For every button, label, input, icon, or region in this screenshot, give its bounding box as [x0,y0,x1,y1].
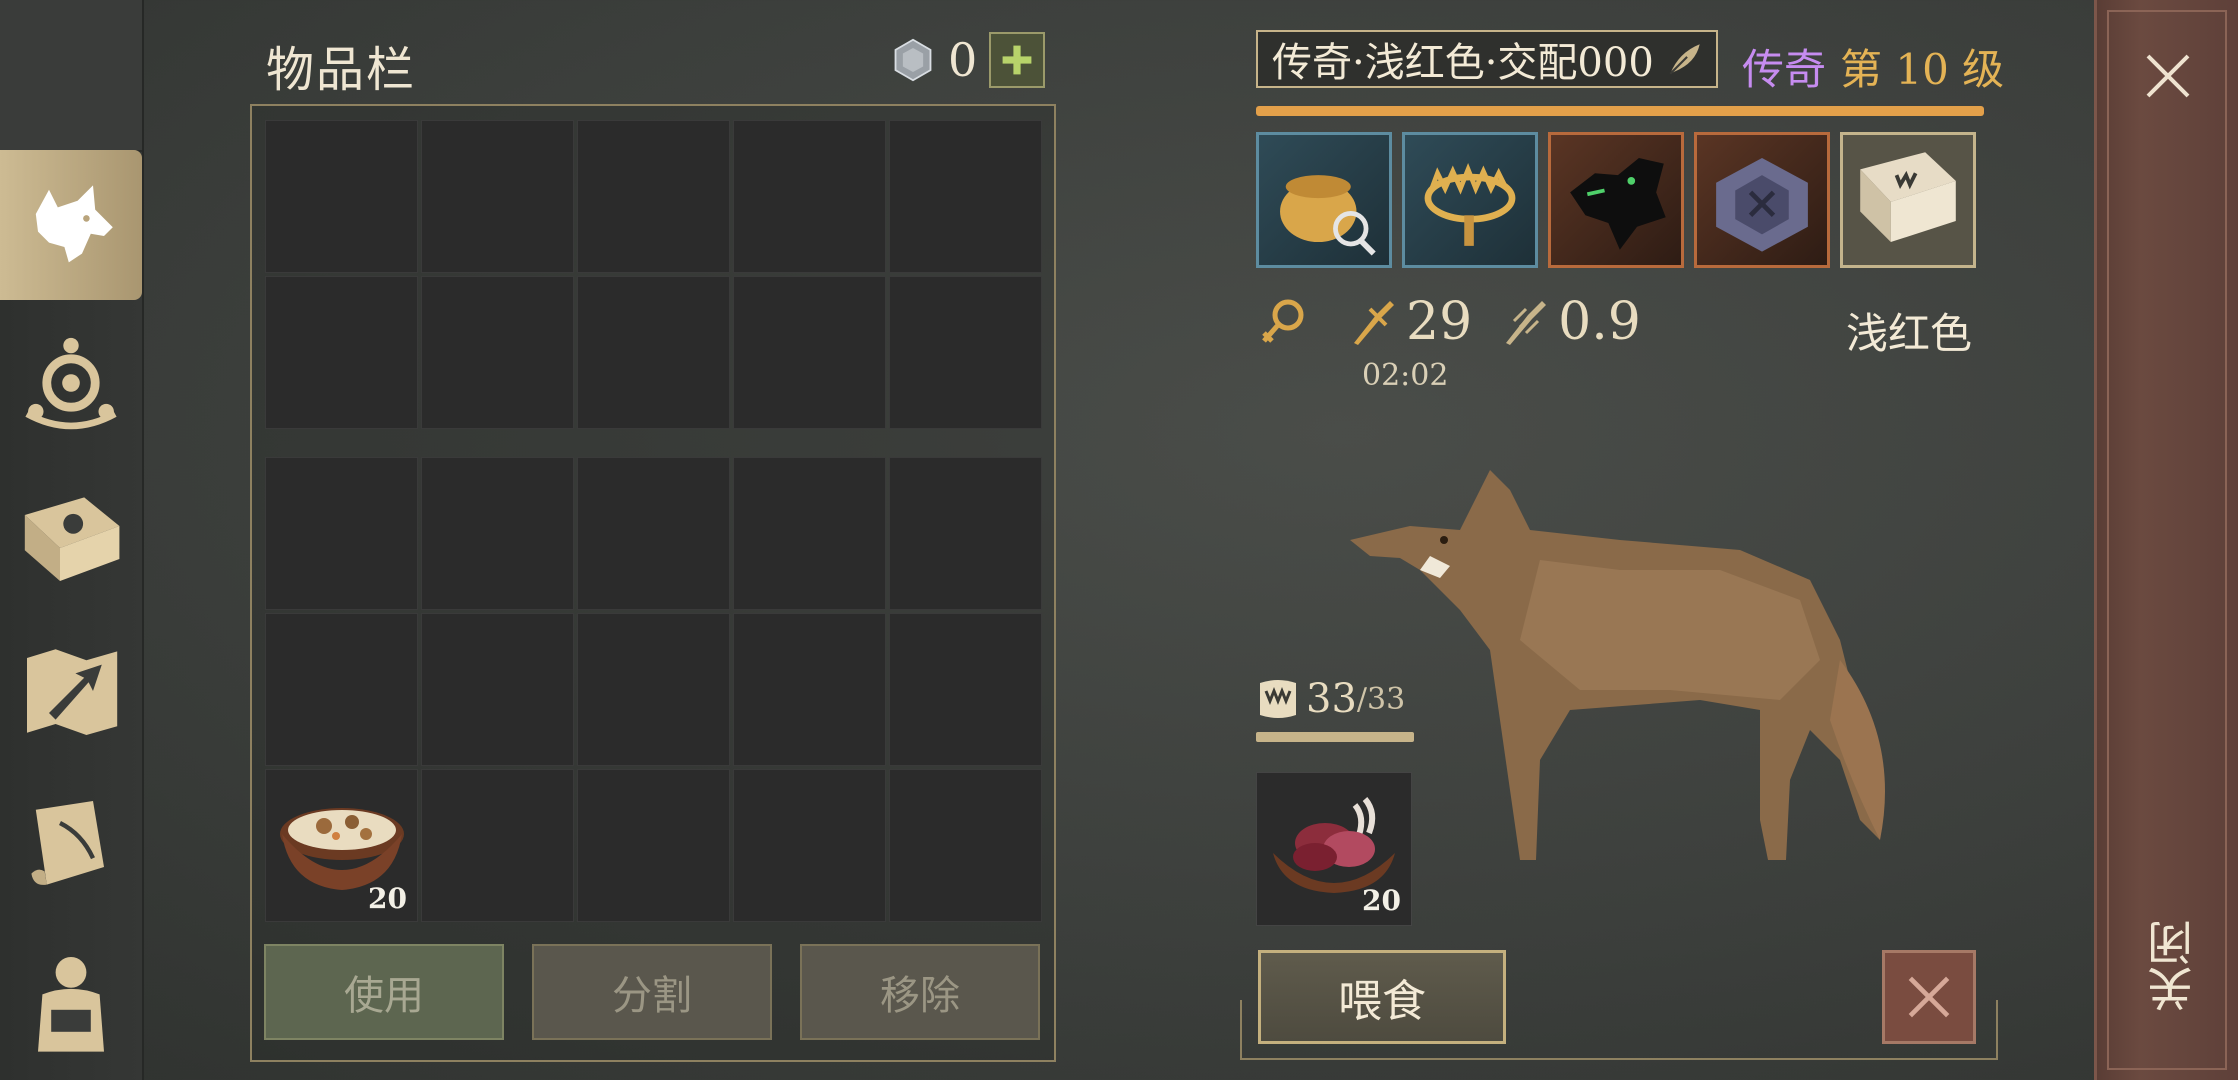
currency: 0 [890,32,1046,88]
quill-scroll-icon [31,801,104,885]
nav-guide[interactable] [0,462,142,612]
inventory-slot[interactable] [577,769,730,922]
close-panel[interactable] [2094,0,2238,1080]
side-nav [0,0,144,1080]
cooldown-value: 0.9 [1558,292,1641,352]
pet-level-bar [1256,106,1984,116]
attack-speed-icon [1506,301,1547,345]
fang-mouth-icon [1260,680,1296,718]
release-pet-button[interactable] [1882,950,1976,1044]
close-panel-border [2107,10,2227,1070]
breeding-timer: 02:02 [1362,358,1449,393]
inventory-slot[interactable] [577,276,730,429]
sun-book-icon [24,497,120,581]
inventory-actions: 使用 分割 移除 [264,944,1040,1040]
fang-book-icon [1860,152,1956,243]
attack-value: 29 [1406,292,1473,352]
inventory-slot[interactable] [577,457,730,610]
pet-food-slot[interactable]: 20 [1256,772,1412,926]
hunger-bar [1256,732,1414,742]
food-quantity: 20 [1362,884,1401,917]
ability-row [1256,132,1976,268]
nav-clan[interactable] [0,308,142,458]
inventory-slot[interactable] [733,120,886,273]
inventory-grid-bottom: 20 [265,457,1042,922]
ability-slot[interactable] [1402,132,1538,268]
plus-icon [1002,45,1032,75]
hunger-current: 33 [1306,676,1357,722]
inventory-slot[interactable] [265,613,418,766]
inventory-grid-top [265,120,1042,429]
inventory-slot[interactable] [421,457,574,610]
split-button[interactable]: 分割 [532,944,772,1040]
pet-level: 第 10 级 [1840,45,2005,94]
bear-trap-icon [1424,162,1516,246]
currency-count: 0 [948,33,978,87]
nav-top-block [0,0,142,152]
close-icon [1908,976,1950,1018]
wolf-head-icon [35,185,113,263]
inventory-slot[interactable] [421,276,574,429]
use-button[interactable]: 使用 [264,944,504,1040]
inventory-title: 物品栏 [266,42,417,98]
nav-character[interactable] [0,926,142,1076]
inventory-slot[interactable] [889,120,1042,273]
inventory-slot-stew[interactable]: 20 [265,769,418,922]
inventory-slot[interactable] [733,457,886,610]
stone-cage-icon [1716,157,1808,252]
remove-button[interactable]: 移除 [800,944,1040,1040]
pet-color-label: 浅红色 [1846,309,1973,358]
ability-slot[interactable] [1548,132,1684,268]
inventory-slot[interactable] [889,769,1042,922]
pet-name: 传奇·浅红色·交配000 [1272,40,1654,86]
ability-slot[interactable] [1840,132,1976,268]
inventory-slot[interactable] [733,769,886,922]
silver-coin-icon [894,38,932,82]
ability-slot[interactable] [1694,132,1830,268]
inventory-slot[interactable] [265,457,418,610]
pet-stats: 29 0.9 [1256,292,1667,352]
inventory-slot[interactable] [577,613,730,766]
map-arrow-icon [27,649,118,735]
item-quantity: 20 [368,882,407,915]
inventory-slot[interactable] [421,769,574,922]
hunger-meter: 33 /33 [1256,676,1405,722]
inventory-slot[interactable] [889,613,1042,766]
add-currency-button[interactable] [989,32,1046,88]
attack-claw-icon [1354,301,1394,345]
inventory-slot[interactable] [733,613,886,766]
inventory-slot[interactable] [265,276,418,429]
tribe-emblem-icon [25,337,117,430]
inventory-slot[interactable] [889,276,1042,429]
close-label[interactable]: 关闭 [2140,920,2206,1012]
female-gender-icon [1262,299,1304,343]
wolf-howl-icon [1570,157,1666,250]
character-backpack-icon [38,957,104,1052]
ability-slot[interactable] [1256,132,1392,268]
feather-edit-icon[interactable] [1664,38,1706,80]
inventory-slot[interactable] [421,120,574,273]
wolf-model [1350,470,1885,860]
feed-button[interactable]: 喂食 [1258,950,1506,1044]
pet-name-field[interactable]: 传奇·浅红色·交配000 [1256,30,1718,88]
basket-search-icon [1280,175,1376,256]
close-icon[interactable] [2138,46,2198,106]
nav-quests[interactable] [0,770,142,920]
inventory-slot[interactable] [265,120,418,273]
inventory-slot[interactable] [889,457,1042,610]
inventory-slot[interactable] [577,120,730,273]
nav-pets[interactable] [0,150,142,300]
nav-map[interactable] [0,616,142,766]
inventory-slot[interactable] [421,613,574,766]
pet-rarity: 传奇 [1742,45,1827,94]
hunger-max: /33 [1356,681,1406,717]
inventory-slot[interactable] [733,276,886,429]
